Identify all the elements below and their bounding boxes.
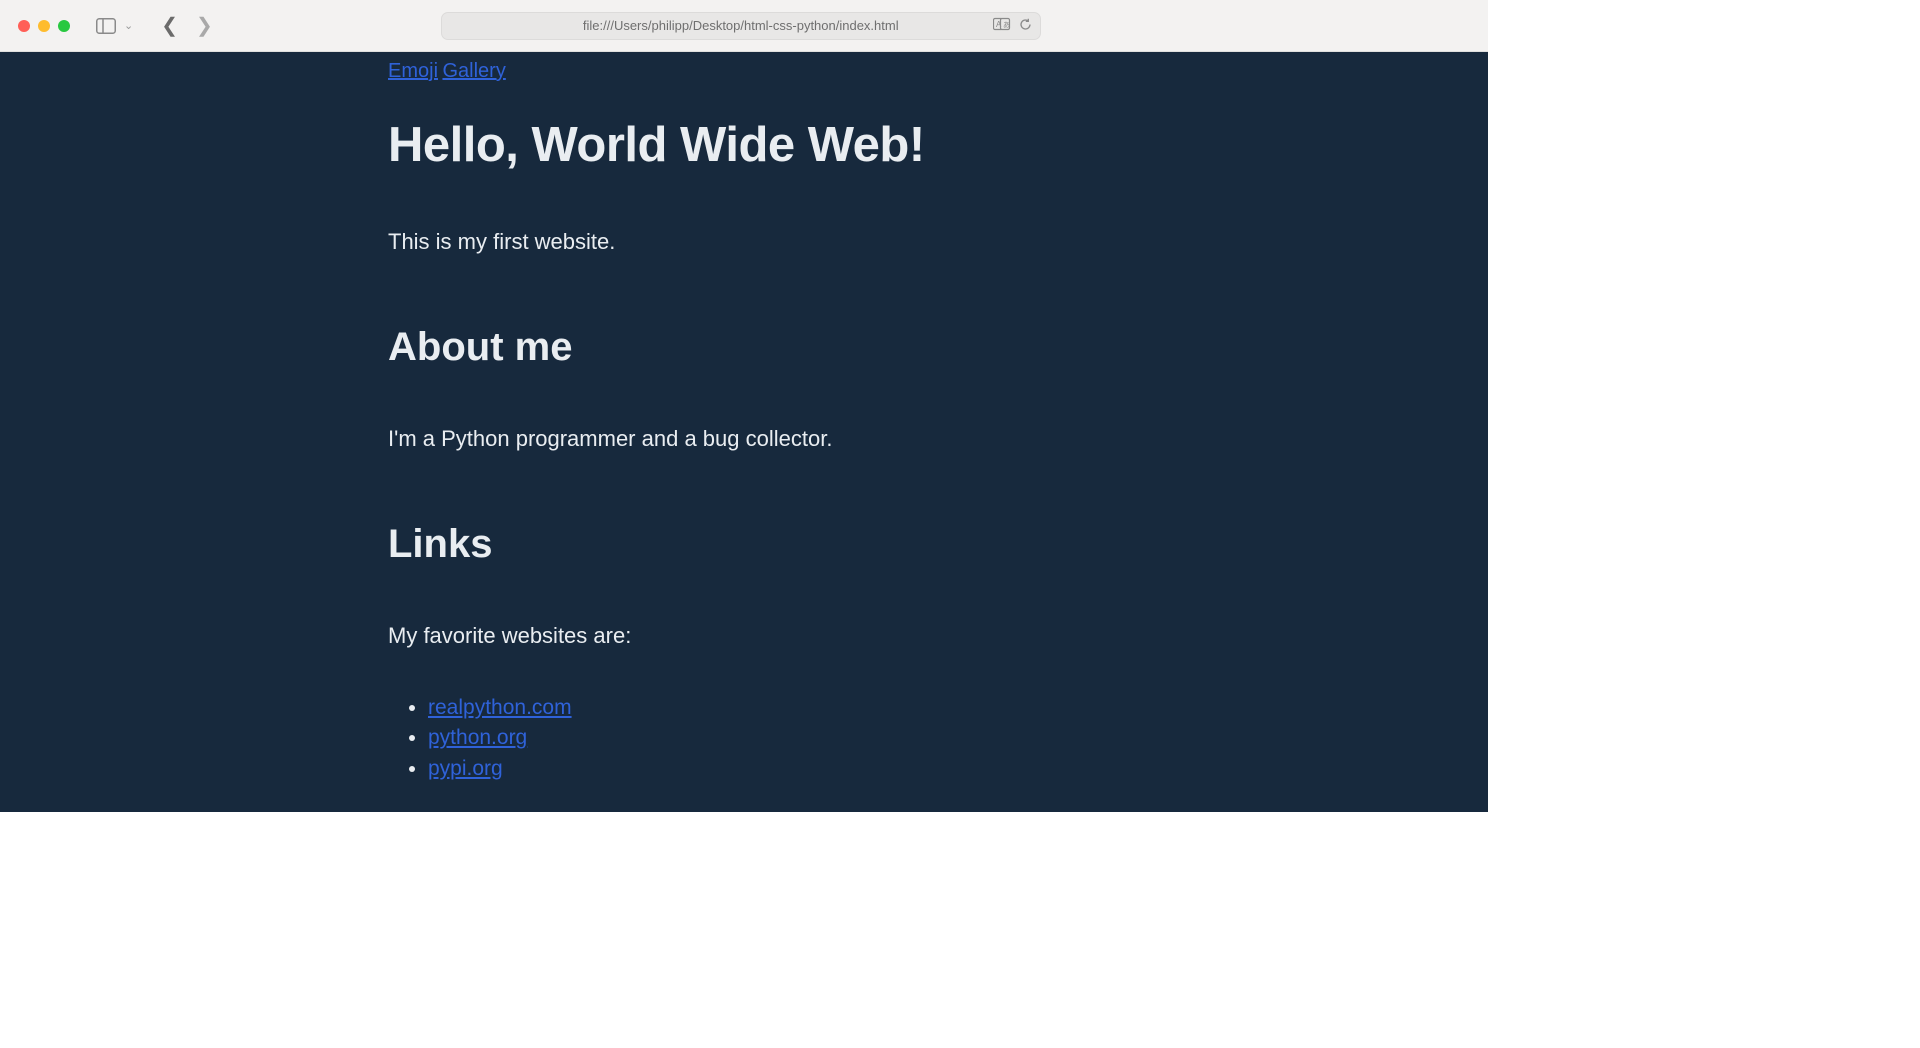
- nav-arrows: ❮ ❯: [161, 16, 213, 36]
- link-pypi-org[interactable]: pypi.org: [428, 757, 503, 780]
- close-window-button[interactable]: [18, 20, 30, 32]
- nav-link-emoji[interactable]: Emoji: [388, 60, 438, 82]
- reader-translate-icon[interactable]: A あ: [993, 17, 1011, 34]
- about-paragraph: I'm a Python programmer and a bug collec…: [388, 426, 1288, 452]
- favorite-links-list: realpython.com python.org pypi.org: [428, 693, 1288, 784]
- address-bar[interactable]: file:///Users/philipp/Desktop/html-css-p…: [441, 12, 1041, 40]
- top-nav: Emoji Gallery: [388, 60, 1288, 83]
- intro-paragraph: This is my first website.: [388, 229, 1288, 255]
- page-title: Hello, World Wide Web!: [388, 117, 1288, 173]
- links-intro-paragraph: My favorite websites are:: [388, 623, 1288, 649]
- chevron-down-icon: ⌄: [124, 19, 133, 32]
- link-python-org[interactable]: python.org: [428, 726, 527, 749]
- fullscreen-window-button[interactable]: [58, 20, 70, 32]
- sidebar-icon: [96, 18, 116, 34]
- window-controls: [18, 20, 70, 32]
- back-button[interactable]: ❮: [161, 16, 178, 36]
- minimize-window-button[interactable]: [38, 20, 50, 32]
- page-viewport: Emoji Gallery Hello, World Wide Web! Thi…: [0, 52, 1488, 812]
- link-realpython[interactable]: realpython.com: [428, 696, 572, 719]
- list-item: realpython.com: [428, 693, 1288, 723]
- nav-link-gallery[interactable]: Gallery: [442, 60, 505, 82]
- links-heading: Links: [388, 522, 1288, 567]
- list-item: python.org: [428, 723, 1288, 753]
- svg-text:あ: あ: [1003, 21, 1010, 29]
- reload-icon[interactable]: [1019, 18, 1032, 34]
- browser-toolbar: ⌄ ❮ ❯ file:///Users/philipp/Desktop/html…: [0, 0, 1488, 52]
- page-content: Emoji Gallery Hello, World Wide Web! Thi…: [388, 52, 1288, 784]
- sidebar-toggle-button[interactable]: ⌄: [96, 18, 133, 34]
- forward-button[interactable]: ❯: [196, 16, 213, 36]
- list-item: pypi.org: [428, 754, 1288, 784]
- address-url: file:///Users/philipp/Desktop/html-css-p…: [583, 18, 899, 33]
- svg-text:A: A: [996, 20, 1002, 29]
- about-heading: About me: [388, 325, 1288, 370]
